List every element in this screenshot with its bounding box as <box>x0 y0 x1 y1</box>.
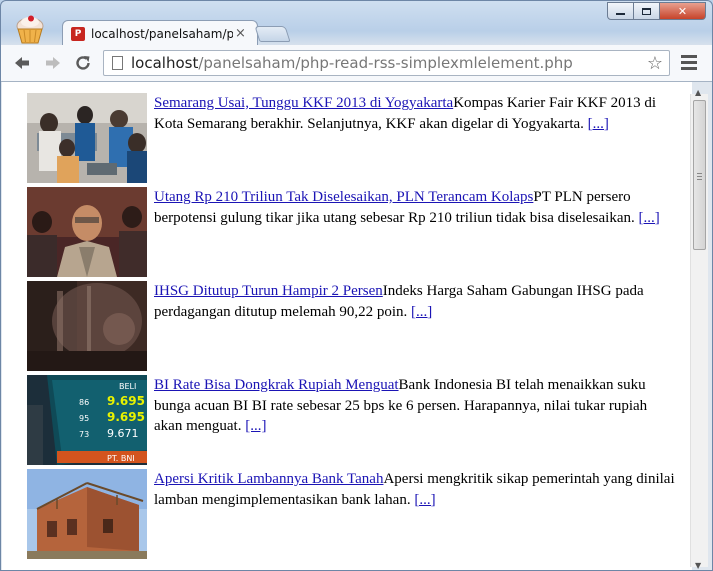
page-content: Semarang Usai, Tunggu KKF 2013 di Yogyak… <box>2 82 692 570</box>
read-more-link[interactable]: [...] <box>638 210 659 226</box>
ticker-value-3: 9.671 <box>107 427 139 440</box>
address-bar[interactable]: localhost/panelsaham/php-read-rss-simple… <box>103 50 670 76</box>
forward-arrow-icon[interactable] <box>43 53 63 73</box>
news-thumbnail-image[interactable] <box>27 469 147 559</box>
ticker-value-2: 9.695 <box>107 410 145 424</box>
close-window-button[interactable]: ✕ <box>660 2 706 20</box>
reload-icon[interactable] <box>73 53 93 73</box>
news-text: Utang Rp 210 Triliun Tak Diselesaikan, P… <box>154 187 677 228</box>
news-text: IHSG Ditutup Turun Hampir 2 PersenIndeks… <box>154 281 677 322</box>
news-text: BI Rate Bisa Dongkrak Rupiah MenguatBank… <box>154 375 677 437</box>
toolbar: localhost/panelsaham/php-read-rss-simple… <box>1 45 712 82</box>
news-thumbnail-image[interactable] <box>27 187 147 277</box>
tab-active[interactable]: P localhost/panelsaham/ph × <box>62 20 258 46</box>
scroll-up-arrow-icon[interactable]: ▲ <box>695 88 701 97</box>
favicon-icon: P <box>71 26 85 41</box>
browser-window: ✕ P localhost/panelsaham/ph × localhost/… <box>0 0 713 571</box>
new-tab-button[interactable] <box>254 26 291 42</box>
url-host: localhost <box>131 54 199 72</box>
maximize-button[interactable] <box>634 2 660 20</box>
close-icon: ✕ <box>677 4 688 18</box>
tab-close-icon[interactable]: × <box>235 26 246 41</box>
news-text: Apersi Kritik Lambannya Bank TanahApersi… <box>154 469 677 510</box>
read-more-link[interactable]: [...] <box>588 116 609 132</box>
ticker-sign: PT. BNI <box>107 454 135 463</box>
menu-icon[interactable] <box>681 55 697 73</box>
ticker-header: BELI <box>119 382 136 391</box>
url-path: /panelsaham/php-read-rss-simplexmlelemen… <box>198 54 573 72</box>
scroll-down-arrow-icon[interactable]: ▼ <box>695 561 701 570</box>
vertical-scrollbar[interactable]: ▲ ▼ <box>690 88 708 570</box>
window-controls: ✕ <box>607 2 706 20</box>
ticker-small-2: 95 <box>79 414 89 423</box>
news-title-link[interactable]: Utang Rp 210 Triliun Tak Diselesaikan, P… <box>154 189 533 205</box>
cupcake-logo-icon <box>16 15 44 44</box>
news-thumbnail-image[interactable]: BELI 9.695 9.695 9.671 86 95 73 PT. BNI <box>27 375 147 465</box>
grip-icon <box>697 173 702 182</box>
news-title-link[interactable]: IHSG Ditutup Turun Hampir 2 Persen <box>154 283 383 299</box>
ticker-small-3: 73 <box>79 430 89 439</box>
scrollbar-thumb[interactable] <box>693 100 706 250</box>
ticker-value-1: 9.695 <box>107 394 145 408</box>
read-more-link[interactable]: [...] <box>245 418 266 434</box>
news-title-link[interactable]: Apersi Kritik Lambannya Bank Tanah <box>154 471 383 487</box>
ticker-small-1: 86 <box>79 398 89 407</box>
read-more-link[interactable]: [...] <box>414 492 435 508</box>
news-thumbnail-image[interactable] <box>27 281 147 371</box>
page-icon <box>112 56 123 70</box>
minimize-button[interactable] <box>607 2 634 20</box>
url-text: localhost/panelsaham/php-read-rss-simple… <box>131 54 573 72</box>
news-title-link[interactable]: BI Rate Bisa Dongkrak Rupiah Menguat <box>154 377 399 393</box>
back-arrow-icon[interactable] <box>12 53 32 73</box>
news-text: Semarang Usai, Tunggu KKF 2013 di Yogyak… <box>154 93 677 134</box>
news-thumbnail-image[interactable] <box>27 93 147 183</box>
maximize-icon <box>642 7 651 15</box>
minimize-icon <box>616 13 625 15</box>
read-more-link[interactable]: [...] <box>411 304 432 320</box>
bookmark-star-icon[interactable]: ☆ <box>647 53 663 74</box>
news-title-link[interactable]: Semarang Usai, Tunggu KKF 2013 di Yogyak… <box>154 95 453 111</box>
tab-title: localhost/panelsaham/ph <box>91 26 233 41</box>
